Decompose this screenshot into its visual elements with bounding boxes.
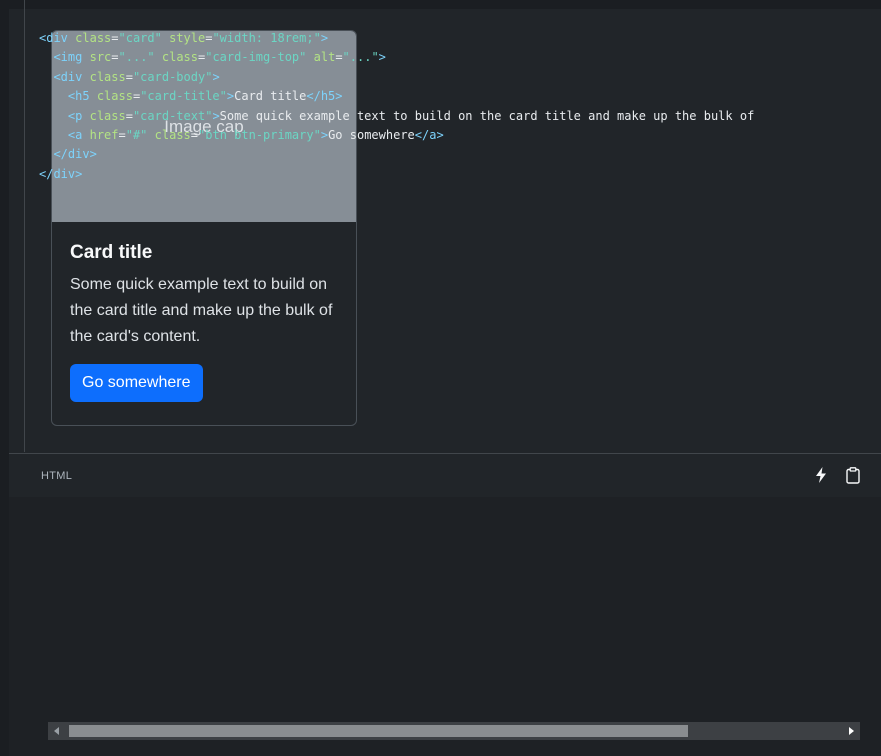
code-token: <img: [53, 50, 83, 65]
code-token: <div: [53, 69, 83, 84]
code-token: class: [89, 108, 126, 123]
card-title: Card title: [70, 242, 153, 263]
code-token: src: [89, 50, 112, 65]
code-token: <p: [67, 108, 83, 123]
code-token: class: [89, 69, 126, 84]
code-token: <a: [67, 128, 83, 143]
code-token: Go somewhere: [328, 128, 415, 143]
code-token: alt: [313, 50, 336, 65]
code-token: "card-body": [132, 69, 213, 84]
code-token: "btn btn-primary": [198, 128, 321, 143]
code-snippet: <div class="card" style="width: 18rem;">…: [39, 31, 755, 181]
code-token: </a>: [414, 128, 444, 143]
code-token: class: [161, 50, 198, 65]
go-somewhere-button[interactable]: Go somewhere: [70, 364, 203, 402]
code-token: Some quick example text to build on the …: [219, 108, 755, 123]
card-text: Some quick example text to build on the …: [70, 276, 333, 345]
code-token: style: [169, 31, 206, 45]
code-token: class: [154, 128, 191, 143]
top-strip: [9, 0, 881, 9]
code-token: >: [212, 69, 220, 84]
code-token: </div>: [53, 147, 97, 162]
clipboard-icon[interactable]: [844, 465, 862, 485]
code-token: "width: 18rem;": [212, 31, 321, 45]
code-token: >: [320, 128, 329, 143]
code-token: "card-text": [132, 108, 213, 123]
code-token: "card-title": [140, 89, 227, 104]
code-token: href: [89, 128, 119, 143]
scroll-left-icon[interactable]: [48, 722, 66, 740]
code-token: "#": [125, 128, 148, 143]
code-token: "...": [118, 50, 155, 65]
code-token: "...": [342, 50, 379, 65]
code-token: <h5: [67, 89, 90, 104]
code-token: Card title: [234, 89, 307, 104]
code-pane: [9, 497, 881, 756]
code-token: >: [378, 50, 386, 65]
scrollbar-thumb[interactable]: [69, 725, 688, 737]
code-token: class: [96, 89, 133, 104]
card-body: Card title Some quick example text to bu…: [52, 222, 356, 420]
code-token: </div>: [39, 166, 83, 181]
code-token: >: [212, 108, 220, 123]
code-token: class: [75, 31, 112, 45]
code-header: HTML: [9, 453, 881, 498]
horizontal-scrollbar[interactable]: [48, 722, 860, 740]
left-edge: [0, 0, 9, 756]
lightning-icon[interactable]: [812, 465, 830, 485]
code-token: <div: [39, 31, 68, 45]
code-token: "card": [118, 31, 162, 45]
code-token: "card-img-top": [205, 50, 307, 65]
scroll-right-icon[interactable]: [842, 722, 860, 740]
code-token: </h5>: [306, 89, 343, 104]
code-language-label: HTML: [41, 470, 73, 482]
code-token: >: [320, 31, 329, 45]
